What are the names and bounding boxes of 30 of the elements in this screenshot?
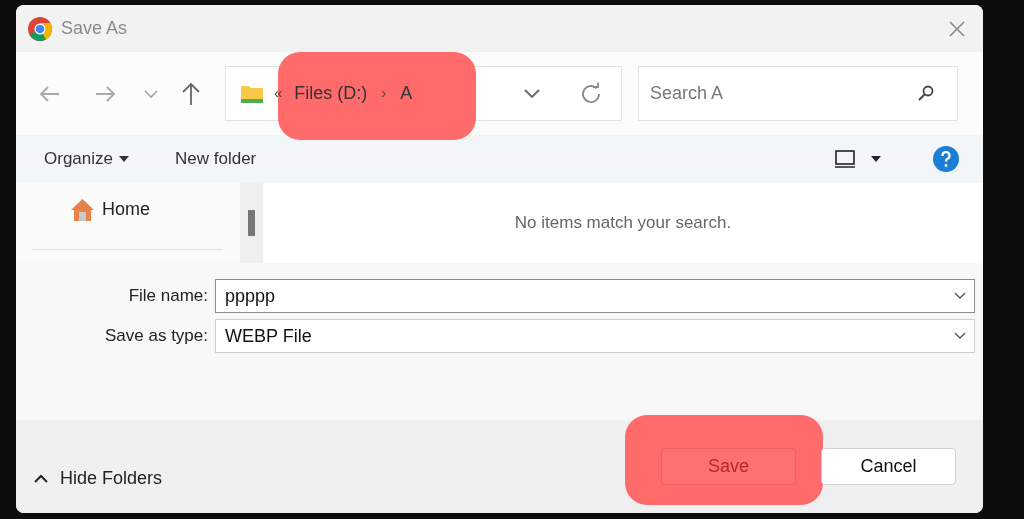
nav-item[interactable]: Home bbox=[69, 196, 224, 223]
help-icon[interactable] bbox=[933, 146, 959, 172]
new-folder-button[interactable]: New folder bbox=[175, 146, 257, 172]
empty-message: No items match your search. bbox=[514, 212, 732, 232]
field-label: Save as type: bbox=[104, 325, 208, 348]
window-title: Save As bbox=[61, 17, 128, 40]
cancel-button[interactable]: Cancel bbox=[821, 448, 956, 485]
browser-logo-icon bbox=[27, 15, 53, 42]
breadcrumb[interactable]: Files (D:) bbox=[294, 80, 368, 107]
scrollbar[interactable] bbox=[240, 183, 263, 263]
organize-menu[interactable]: Organize bbox=[44, 146, 129, 172]
breadcrumb-separator: › bbox=[381, 83, 387, 104]
search-field[interactable]: Search A bbox=[638, 66, 958, 121]
chevron-up-icon bbox=[34, 474, 48, 483]
field-label: File name: bbox=[127, 285, 208, 308]
close-icon[interactable] bbox=[947, 18, 967, 39]
view-icon[interactable] bbox=[835, 150, 855, 168]
dropdown-field[interactable]: ppppp bbox=[215, 279, 975, 313]
breadcrumb[interactable]: A bbox=[400, 80, 413, 107]
refresh-icon[interactable] bbox=[579, 81, 603, 106]
overflow-chevron[interactable]: « bbox=[274, 82, 283, 105]
chevron-down-icon[interactable] bbox=[954, 292, 966, 300]
dropdown-field[interactable]: WEBP File bbox=[215, 319, 975, 353]
house-icon bbox=[69, 197, 96, 222]
caret-icon[interactable] bbox=[871, 156, 881, 162]
chevron-down-icon[interactable] bbox=[523, 87, 541, 100]
hide-folders-button[interactable]: Hide Folders bbox=[34, 465, 163, 492]
caret-icon bbox=[119, 156, 129, 162]
search-icon[interactable] bbox=[916, 83, 936, 103]
chevron-down-icon[interactable] bbox=[954, 332, 966, 340]
